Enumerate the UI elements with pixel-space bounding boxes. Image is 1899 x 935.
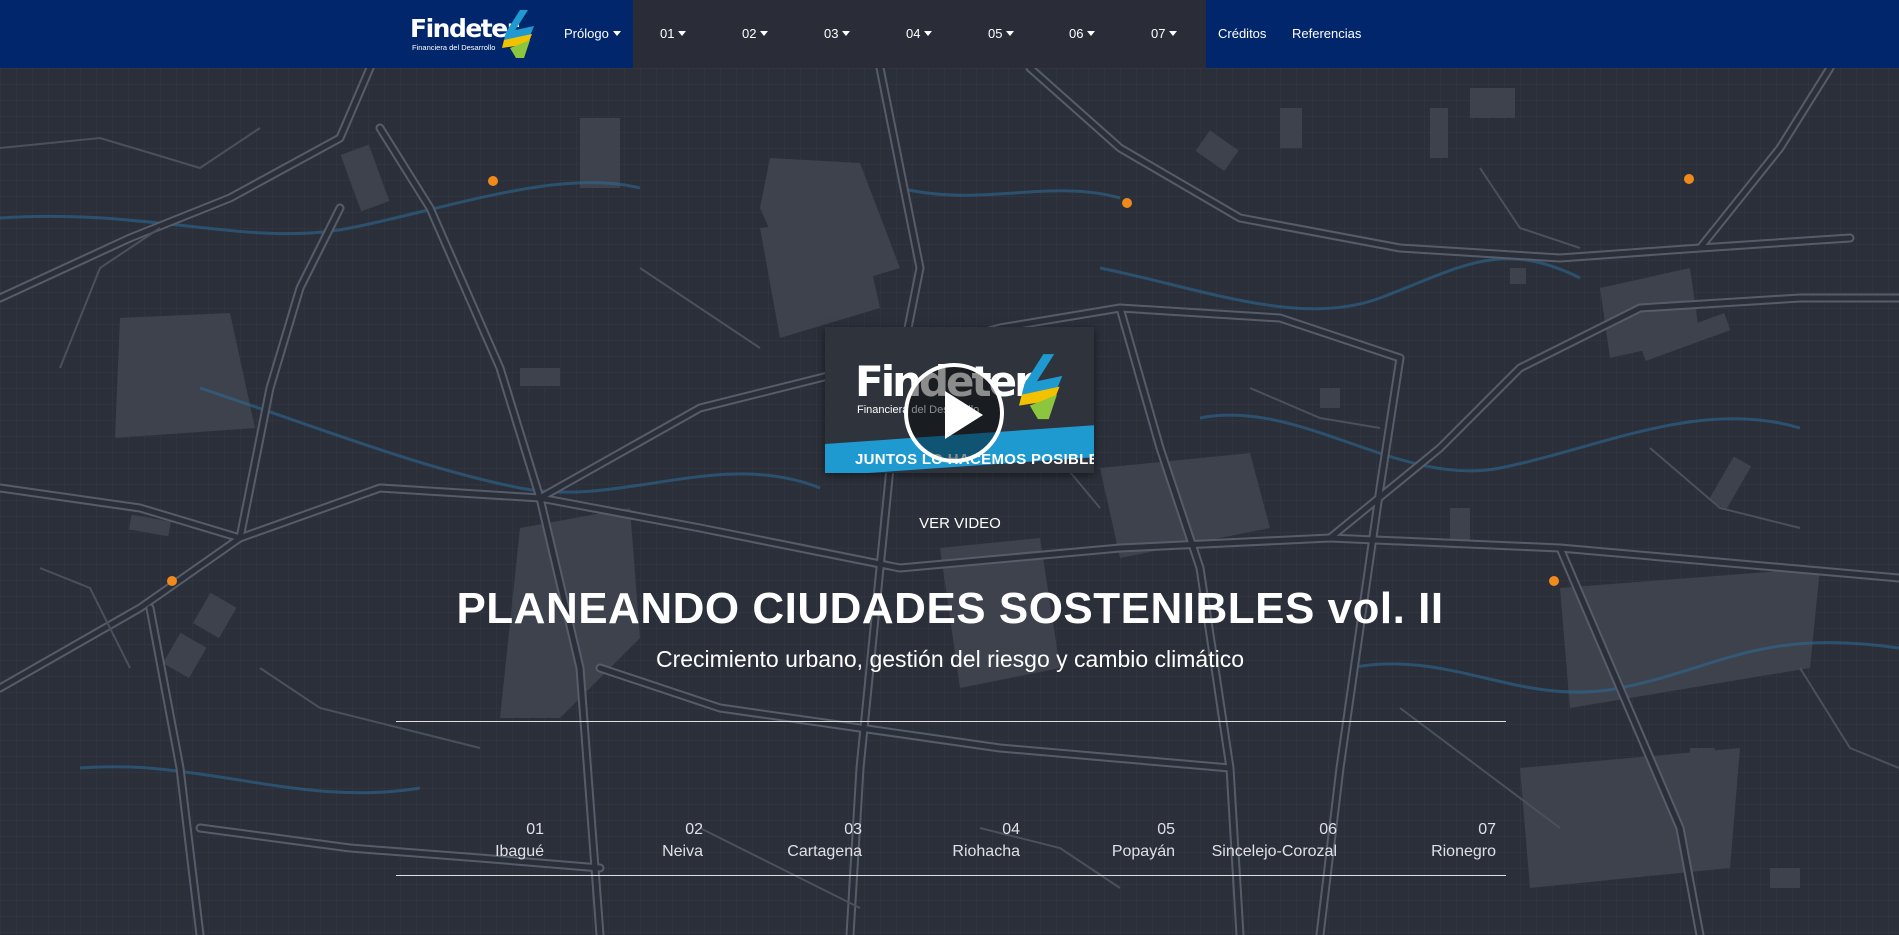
- city-name: Ibagué: [495, 843, 544, 860]
- nav-item-chapter-01[interactable]: 01: [660, 0, 687, 68]
- nav-item-chapter-02[interactable]: 02: [742, 0, 769, 68]
- caret-down-icon: [842, 31, 851, 36]
- nav-item-label: Prólogo: [564, 26, 609, 41]
- caret-down-icon: [678, 31, 687, 36]
- city-number: 04: [1002, 821, 1020, 838]
- city-item-cartagena[interactable]: 03 Cartagena: [702, 819, 862, 863]
- nav-item-chapter-05[interactable]: 05: [988, 0, 1015, 68]
- caret-down-icon: [612, 31, 621, 36]
- caret-down-icon: [760, 31, 769, 36]
- nav-item-label: 03: [824, 26, 839, 41]
- ver-video-link[interactable]: VER VIDEO: [890, 515, 1030, 532]
- city-item-riohacha[interactable]: 04 Riohacha: [860, 819, 1020, 863]
- city-item-neiva[interactable]: 02 Neiva: [543, 819, 703, 863]
- logo-tagline: Financiera del Desarrollo: [412, 43, 496, 52]
- divider-top: [396, 721, 1506, 722]
- nav-item-label: 04: [906, 26, 921, 41]
- page-title: PLANEANDO CIUDADES SOSTENIBLES vol. II: [456, 584, 1444, 633]
- city-number: 05: [1157, 821, 1175, 838]
- city-item-ibague[interactable]: 01 Ibagué: [384, 819, 544, 863]
- divider-bottom: [396, 875, 1506, 876]
- nav-item-chapter-07[interactable]: 07: [1151, 0, 1178, 68]
- city-number: 07: [1478, 821, 1496, 838]
- findeter-mark-icon: [502, 10, 534, 58]
- city-name: Riohacha: [952, 843, 1020, 860]
- nav-item-label: 01: [660, 26, 675, 41]
- findeter-logo[interactable]: Findeter Financiera del Desarrollo: [410, 10, 538, 60]
- nav-item-referencias[interactable]: Referencias: [1292, 0, 1361, 68]
- city-name: Popayán: [1111, 843, 1175, 860]
- city-number: 03: [844, 821, 862, 838]
- caret-down-icon: [1006, 31, 1015, 36]
- city-name: Neiva: [662, 843, 703, 860]
- nav-item-label: 02: [742, 26, 757, 41]
- play-button[interactable]: [904, 363, 1004, 463]
- city-number: 01: [526, 821, 544, 838]
- nav-item-label: 06: [1069, 26, 1084, 41]
- caret-down-icon: [1087, 31, 1096, 36]
- city-name: Sincelejo-Corozal: [1211, 843, 1337, 860]
- city-name: Rionegro: [1431, 843, 1496, 860]
- nav-item-chapter-04[interactable]: 04: [906, 0, 933, 68]
- city-map-background: [0, 68, 1899, 935]
- city-number: 06: [1319, 821, 1337, 838]
- top-navbar: Findeter Financiera del Desarrollo Prólo…: [0, 0, 1899, 68]
- caret-down-icon: [924, 31, 933, 36]
- nav-item-label: 07: [1151, 26, 1166, 41]
- play-icon: [945, 391, 983, 439]
- nav-item-label: 05: [988, 26, 1003, 41]
- city-item-rionegro[interactable]: 07 Rionegro: [1336, 819, 1496, 863]
- city-number: 02: [685, 821, 703, 838]
- page-subtitle: Crecimiento urbano, gestión del riesgo y…: [655, 646, 1245, 672]
- city-name: Cartagena: [787, 843, 862, 860]
- caret-down-icon: [1169, 31, 1178, 36]
- nav-item-creditos[interactable]: Créditos: [1218, 0, 1266, 68]
- findeter-mark-icon: [1019, 354, 1063, 420]
- nav-item-chapter-06[interactable]: 06: [1069, 0, 1096, 68]
- city-item-popayan[interactable]: 05 Popayán: [1015, 819, 1175, 863]
- city-item-sincelejo-corozal[interactable]: 06 Sincelejo-Corozal: [1177, 819, 1337, 863]
- nav-item-chapter-03[interactable]: 03: [824, 0, 851, 68]
- nav-item-prologo[interactable]: Prólogo: [564, 0, 621, 68]
